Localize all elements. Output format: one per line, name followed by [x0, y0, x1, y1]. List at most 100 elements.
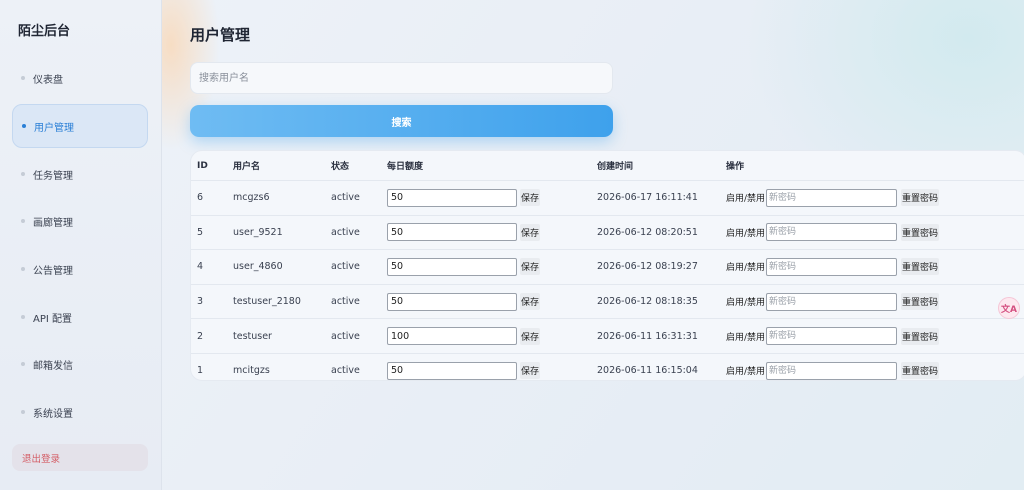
sidebar-item-tasks[interactable]: 任务管理 — [12, 152, 148, 196]
cell-username: testuser — [233, 318, 331, 354]
sidebar-item-label: 画廊管理 — [33, 217, 73, 229]
cell-status: active — [331, 318, 387, 354]
toggle-enable-button[interactable]: 启用/禁用 — [726, 189, 765, 206]
new-password-input[interactable] — [766, 327, 898, 346]
bullet-icon — [21, 219, 25, 223]
quota-input[interactable] — [387, 361, 517, 380]
cell-id: 1 — [191, 352, 233, 380]
sidebar-item-gallery[interactable]: 画廊管理 — [12, 199, 148, 243]
cell-actions: 启用/禁用 重置密码 — [726, 283, 1024, 319]
reset-password-button[interactable]: 重置密码 — [901, 189, 940, 207]
quota-input[interactable] — [387, 327, 517, 346]
bullet-icon — [21, 76, 25, 80]
bullet-icon — [21, 410, 25, 414]
table-row: 3testuser_2180active 保存 2026-06-12 08:18:3… — [191, 283, 1024, 319]
search-input[interactable] — [190, 62, 613, 94]
sidebar-item-users[interactable]: 用户管理 — [12, 104, 148, 148]
cell-created: 2026-06-11 16:15:04 — [597, 352, 726, 380]
column-header-actions: 操作 — [726, 162, 745, 172]
cell-status: active — [331, 180, 387, 216]
toggle-enable-button[interactable]: 启用/禁用 — [726, 224, 765, 241]
cell-status: active — [331, 283, 387, 319]
cell-actions: 启用/禁用 重置密码 — [726, 318, 1024, 354]
reset-password-button[interactable]: 重置密码 — [901, 293, 940, 311]
save-button[interactable]: 保存 — [520, 293, 541, 311]
quota-input[interactable] — [387, 292, 517, 311]
sidebar-item-label: 仪表盘 — [33, 74, 63, 86]
cell-created: 2026-06-12 08:18:35 — [597, 283, 726, 319]
sidebar-item-label: 任务管理 — [33, 170, 73, 182]
table-row: 1mcitgzsactive 保存 2026-06-11 16:15:04启用/禁用… — [191, 352, 1024, 380]
quota-input[interactable] — [387, 257, 517, 276]
sidebar-item-announcements[interactable]: 公告管理 — [12, 247, 148, 291]
sidebar-item-label: 邮箱发信 — [33, 360, 73, 372]
cell-username: user_4860 — [233, 249, 331, 285]
new-password-input[interactable] — [766, 257, 898, 276]
sidebar-item-api-config[interactable]: API 配置 — [12, 295, 148, 339]
cell-username: mcgzs6 — [233, 180, 331, 216]
cell-username: mcitgzs — [233, 352, 331, 380]
reset-password-button[interactable]: 重置密码 — [901, 223, 940, 241]
toggle-enable-button[interactable]: 启用/禁用 — [726, 362, 765, 379]
cell-id: 6 — [191, 180, 233, 216]
sidebar-item-mail[interactable]: 邮箱发信 — [12, 342, 148, 386]
toggle-enable-button[interactable]: 启用/禁用 — [726, 293, 765, 310]
cell-created: 2026-06-17 16:11:41 — [597, 180, 726, 216]
cell-username: user_9521 — [233, 214, 331, 250]
cell-status: active — [331, 249, 387, 285]
reset-password-button[interactable]: 重置密码 — [901, 327, 940, 345]
save-button[interactable]: 保存 — [520, 189, 541, 207]
sidebar-item-label: 用户管理 — [34, 122, 74, 134]
cell-created: 2026-06-12 08:19:27 — [597, 249, 726, 285]
cell-id: 5 — [191, 214, 233, 250]
cell-status: active — [331, 214, 387, 250]
bullet-icon — [21, 362, 25, 366]
column-header-quota: 每日额度 — [387, 162, 424, 172]
column-header-status: 状态 — [331, 162, 350, 172]
cell-quota: 保存 — [387, 318, 597, 354]
cell-quota: 保存 — [387, 214, 597, 250]
sidebar-item-label: 公告管理 — [33, 265, 73, 277]
cell-actions: 启用/禁用 重置密码 — [726, 214, 1024, 250]
cell-id: 2 — [191, 318, 233, 354]
toggle-enable-button[interactable]: 启用/禁用 — [726, 328, 765, 345]
reset-password-button[interactable]: 重置密码 — [901, 258, 940, 276]
cell-username: testuser_2180 — [233, 283, 331, 319]
table-row: 4user_4860active 保存 2026-06-12 08:19:27启用/… — [191, 249, 1024, 285]
logout-button[interactable]: 退出登录 — [12, 444, 148, 471]
save-button[interactable]: 保存 — [520, 223, 541, 241]
save-button[interactable]: 保存 — [520, 362, 541, 380]
sidebar-item-dashboard[interactable]: 仪表盘 — [12, 56, 148, 100]
toggle-enable-button[interactable]: 启用/禁用 — [726, 258, 765, 275]
new-password-input[interactable] — [766, 188, 898, 207]
column-header-username: 用户名 — [233, 162, 261, 172]
cell-actions: 启用/禁用 重置密码 — [726, 249, 1024, 285]
quota-input[interactable] — [387, 223, 517, 242]
page-title: 用户管理 — [190, 26, 251, 44]
translate-icon[interactable]: 文A — [998, 297, 1020, 319]
cell-id: 4 — [191, 249, 233, 285]
column-header-id: ID — [197, 160, 208, 171]
cell-id: 3 — [191, 283, 233, 319]
cell-created: 2026-06-11 16:31:31 — [597, 318, 726, 354]
bullet-icon — [21, 267, 25, 271]
brand-title: 陌尘后台 — [18, 24, 71, 39]
new-password-input[interactable] — [766, 223, 898, 242]
cell-quota: 保存 — [387, 283, 597, 319]
table-row: 5user_9521active 保存 2026-06-12 08:20:51启用/… — [191, 214, 1024, 250]
users-table: ID 用户名 状态 每日额度 创建时间 操作 6mcgzs6active保存20… — [191, 151, 1024, 380]
table-row: 6mcgzs6active 保存 2026-06-17 16:11:41启用/禁用 重… — [191, 180, 1024, 216]
column-header-created: 创建时间 — [597, 162, 634, 172]
new-password-input[interactable] — [766, 361, 898, 380]
new-password-input[interactable] — [766, 292, 898, 311]
save-button[interactable]: 保存 — [520, 258, 541, 276]
sidebar-item-settings[interactable]: 系统设置 — [12, 390, 148, 434]
cell-status: active — [331, 352, 387, 380]
save-button[interactable]: 保存 — [520, 327, 541, 345]
cell-quota: 保存 — [387, 249, 597, 285]
quota-input[interactable] — [387, 188, 517, 207]
search-button[interactable]: 搜索 — [190, 105, 613, 137]
reset-password-button[interactable]: 重置密码 — [901, 362, 940, 380]
table-row: 2testuseractive 保存 2026-06-11 16:31:31启用/禁… — [191, 318, 1024, 354]
cell-quota: 保存 — [387, 352, 597, 380]
